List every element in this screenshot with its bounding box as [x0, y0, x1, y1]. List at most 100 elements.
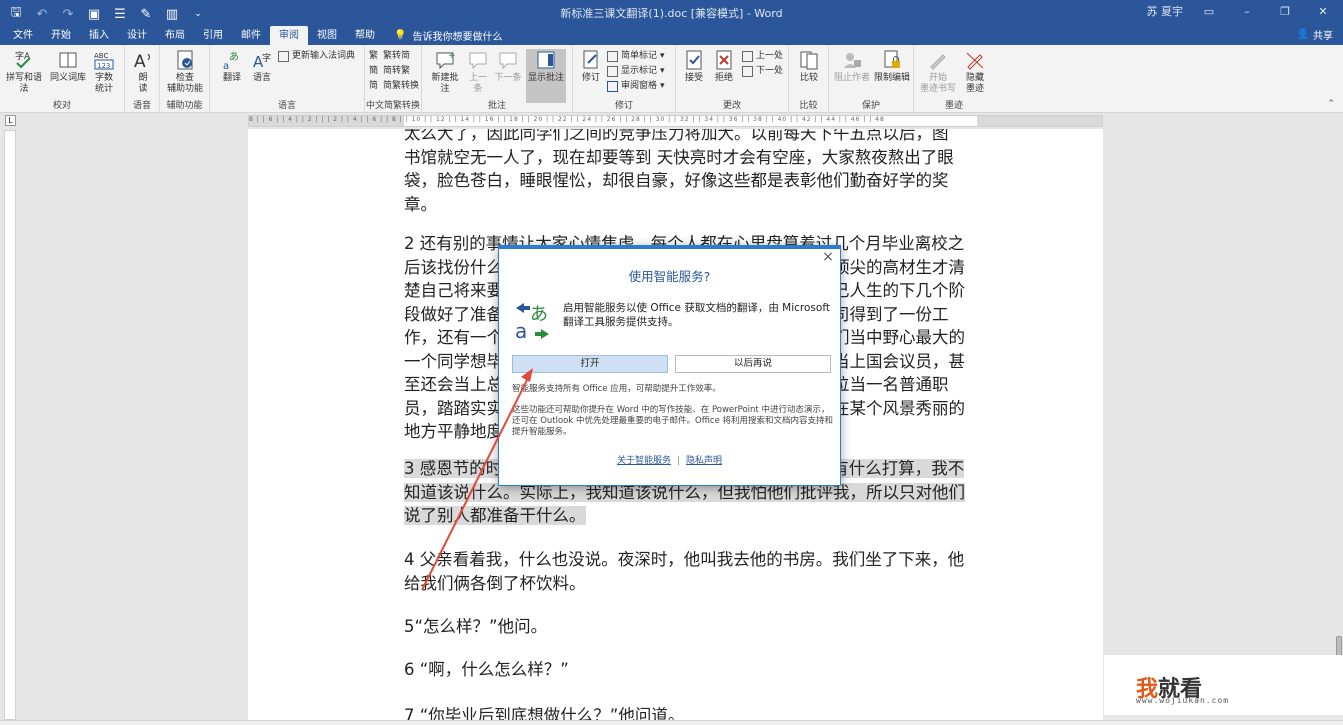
accessibility-icon [177, 50, 193, 70]
collapse-ribbon-icon[interactable]: ⌃ [1327, 99, 1335, 109]
tell-me-text: 告诉我你想要做什么 [412, 32, 503, 43]
ruler-right-margin [977, 116, 1102, 126]
restore-icon[interactable]: ❐ [1273, 5, 1297, 18]
tab-design[interactable]: 设计 [118, 26, 156, 45]
close-window-icon[interactable]: ✕ [1311, 5, 1335, 18]
block-authors-button[interactable]: 阻止作者 [833, 49, 871, 84]
vertical-ruler[interactable] [4, 130, 16, 720]
svg-text:a: a [223, 61, 229, 71]
intelligent-services-dialog: × 使用智能服务? あ a 启用智能服务以使 Office 获取文档的翻译，由 … [498, 245, 841, 486]
to-simplified-button[interactable]: 繁繁转简 [369, 50, 410, 62]
compare-button[interactable]: 比较 [795, 49, 823, 84]
dialog-description: 启用智能服务以使 Office 获取文档的翻译，由 Microsoft 翻译工具… [563, 302, 830, 328]
show-markup-icon [607, 65, 618, 77]
tab-home[interactable]: 开始 [42, 26, 80, 45]
hide-ink-button[interactable]: 隐藏 墨迹 [960, 49, 990, 95]
next-comment-button[interactable]: 下一条 [494, 49, 522, 84]
group-label-proofing: 校对 [52, 101, 71, 111]
ruler-ticks: 8 | | 6 | | 4 | | 2 | | | 2 | | 4 | | 6 … [249, 116, 885, 123]
user-name[interactable]: 苏 夏宇 [1147, 3, 1184, 19]
hide-ink-icon [966, 52, 984, 70]
about-intelligent-services-link[interactable]: 关于智能服务 [617, 456, 671, 466]
thesaurus-button[interactable]: 同义词库 [50, 49, 86, 84]
tab-help[interactable]: 帮助 [346, 26, 384, 45]
check-accessibility-button[interactable]: 检查 辅助功能 [164, 49, 206, 95]
group-speech: A 朗读 语音 [125, 45, 160, 113]
language-icon: A字 [253, 52, 271, 71]
word-count-button[interactable]: ABC 123 字数 统计 [88, 49, 120, 95]
start-inking-button[interactable]: 开始 墨迹书写 [918, 49, 958, 95]
delete-comment-button[interactable]: 上一条 [466, 49, 490, 95]
tab-layout[interactable]: 布局 [156, 26, 194, 45]
group-changes: 接受 拒绝 上一处 下一处 更改 [676, 45, 789, 113]
show-comments-button[interactable]: 显示批注 [526, 49, 566, 103]
dialog-title: 使用智能服务? [628, 269, 711, 284]
language-button[interactable]: A字 语言 [248, 49, 276, 84]
group-proofing: 字A 拼写和语法 同义词库 ABC 123 字数 统计 校对 [0, 45, 125, 113]
show-comments-icon [537, 51, 555, 69]
ribbon-display-icon[interactable]: ▭ [1197, 5, 1221, 18]
spelling-check-icon: 字A [15, 50, 31, 69]
update-ime-dictionary-button[interactable]: 更新输入法词典 [278, 50, 355, 62]
simplified-icon: 繁 [369, 50, 379, 61]
accept-button[interactable]: 接受 [680, 49, 708, 84]
translate-icon: あa [223, 51, 239, 71]
previous-change-icon [742, 50, 753, 62]
spelling-grammar-button[interactable]: 字A 拼写和语法 [4, 49, 44, 95]
new-comment-button[interactable]: + 新建批注 [428, 49, 462, 95]
paragraph-6: 6 “啊，什么怎么样？” [404, 660, 569, 679]
group-label-tracking: 修订 [614, 101, 633, 111]
to-traditional-button[interactable]: 簡简转繁 [369, 65, 410, 77]
minimize-icon[interactable]: – [1235, 5, 1259, 18]
simple-markup-dropdown[interactable]: 简单标记 ▾ [607, 50, 665, 62]
ribbon-review: 字A 拼写和语法 同义词库 ABC 123 字数 统计 校对 A 朗读 语音 检查辅… [0, 45, 1343, 113]
lock-icon [884, 50, 900, 68]
tab-references[interactable]: 引用 [194, 26, 232, 45]
group-label-accessibility: 辅助功能 [166, 101, 203, 111]
delete-comment-icon [469, 52, 487, 70]
tab-selector[interactable]: L [5, 115, 16, 126]
horizontal-ruler[interactable]: 8 | | 6 | | 4 | | 2 | | | 2 | | 4 | | 6 … [248, 115, 1103, 127]
person-icon: 👤 [1296, 29, 1309, 40]
ribbon-tabs-bar: 文件 开始 插入 设计 布局 引用 邮件 审阅 视图 帮助 💡 告诉我你想要做什… [0, 24, 1343, 45]
reject-icon [716, 50, 732, 70]
group-protect: 阻止作者 限制编辑 保护 [829, 45, 914, 113]
group-label-protect: 保护 [861, 101, 880, 111]
open-button[interactable]: 打开 [512, 355, 668, 373]
tell-me-box[interactable]: 💡 告诉我你想要做什么 [394, 26, 502, 45]
tab-mailings[interactable]: 邮件 [232, 26, 270, 45]
markup-icon [607, 50, 618, 62]
restrict-editing-button[interactable]: 限制编辑 [873, 49, 911, 84]
track-changes-button[interactable]: 修订 [577, 49, 605, 84]
read-aloud-button[interactable]: A 朗读 [130, 49, 156, 95]
tab-insert[interactable]: 插入 [80, 26, 118, 45]
group-ink: 开始 墨迹书写 隐藏 墨迹 墨迹 [914, 45, 994, 113]
read-aloud-icon: A [134, 52, 150, 71]
document-title: 新标准三课文翻译(1).doc [兼容模式] - Word [560, 7, 783, 20]
svg-text:+: + [448, 51, 456, 61]
next-change-button[interactable]: 下一处 [742, 65, 783, 77]
reject-button[interactable]: 拒绝 [710, 49, 738, 84]
translate-button[interactable]: あa 翻译 [218, 49, 246, 84]
translate-icon: あ a [515, 303, 549, 342]
accept-icon [686, 50, 702, 70]
svg-text:a: a [515, 319, 527, 342]
tab-review[interactable]: 审阅 [270, 26, 308, 45]
later-button[interactable]: 以后再说 [675, 355, 831, 373]
group-label-speech: 语音 [132, 101, 151, 111]
tab-file[interactable]: 文件 [4, 26, 42, 45]
compare-icon [800, 51, 818, 70]
show-markup-dropdown[interactable]: 显示标记 ▾ [607, 65, 665, 77]
dropdown-caret-icon: ▾ [660, 66, 665, 76]
chinese-convert-button[interactable]: 简简繁转换 [369, 80, 419, 92]
previous-change-button[interactable]: 上一处 [742, 50, 783, 62]
tab-view[interactable]: 视图 [308, 26, 346, 45]
share-button[interactable]: 👤 共享 [1297, 27, 1333, 42]
group-comments: + 新建批注 上一条 下一条 显示批注 批注 [422, 45, 573, 113]
group-label-language: 语言 [277, 101, 296, 111]
group-chinese-conversion: 繁繁转简 簡简转繁 简简繁转换 中文简繁转换 [365, 45, 422, 113]
close-icon[interactable]: × [820, 249, 836, 265]
reviewing-pane-dropdown[interactable]: 审阅窗格 ▾ [607, 80, 665, 92]
dropdown-caret-icon: ▾ [660, 81, 665, 91]
privacy-statement-link[interactable]: 隐私声明 [686, 456, 722, 466]
